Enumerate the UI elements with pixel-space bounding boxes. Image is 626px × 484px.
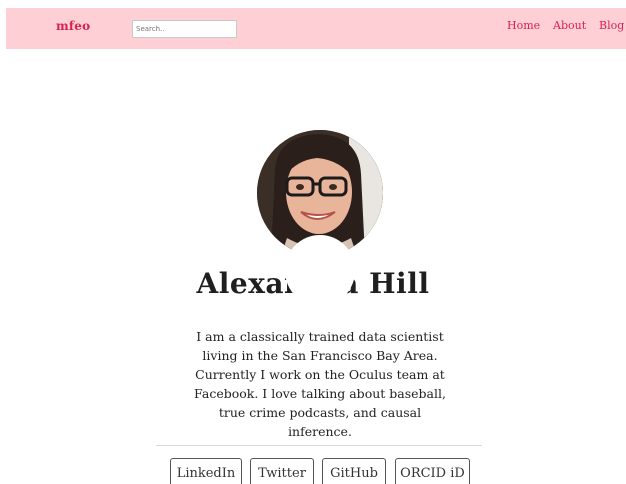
nav-link-about[interactable]: About (553, 19, 586, 32)
nav-link-blog[interactable]: Blog (599, 19, 624, 32)
site-brand-link[interactable]: mfeo (56, 19, 90, 33)
name-overlay-circle (285, 236, 355, 306)
twitter-button[interactable]: Twitter (250, 458, 314, 484)
profile-bio: I am a classically trained data scientis… (194, 329, 446, 439)
linkedin-button[interactable]: LinkedIn (170, 458, 242, 484)
github-button[interactable]: GitHub (322, 458, 386, 484)
orcid-button[interactable]: ORCID iD (395, 458, 470, 484)
nav-link-home[interactable]: Home (507, 19, 540, 32)
top-navbar: mfeo Home About Blog (6, 8, 626, 49)
search-input[interactable] (132, 20, 237, 38)
section-divider (156, 445, 482, 446)
